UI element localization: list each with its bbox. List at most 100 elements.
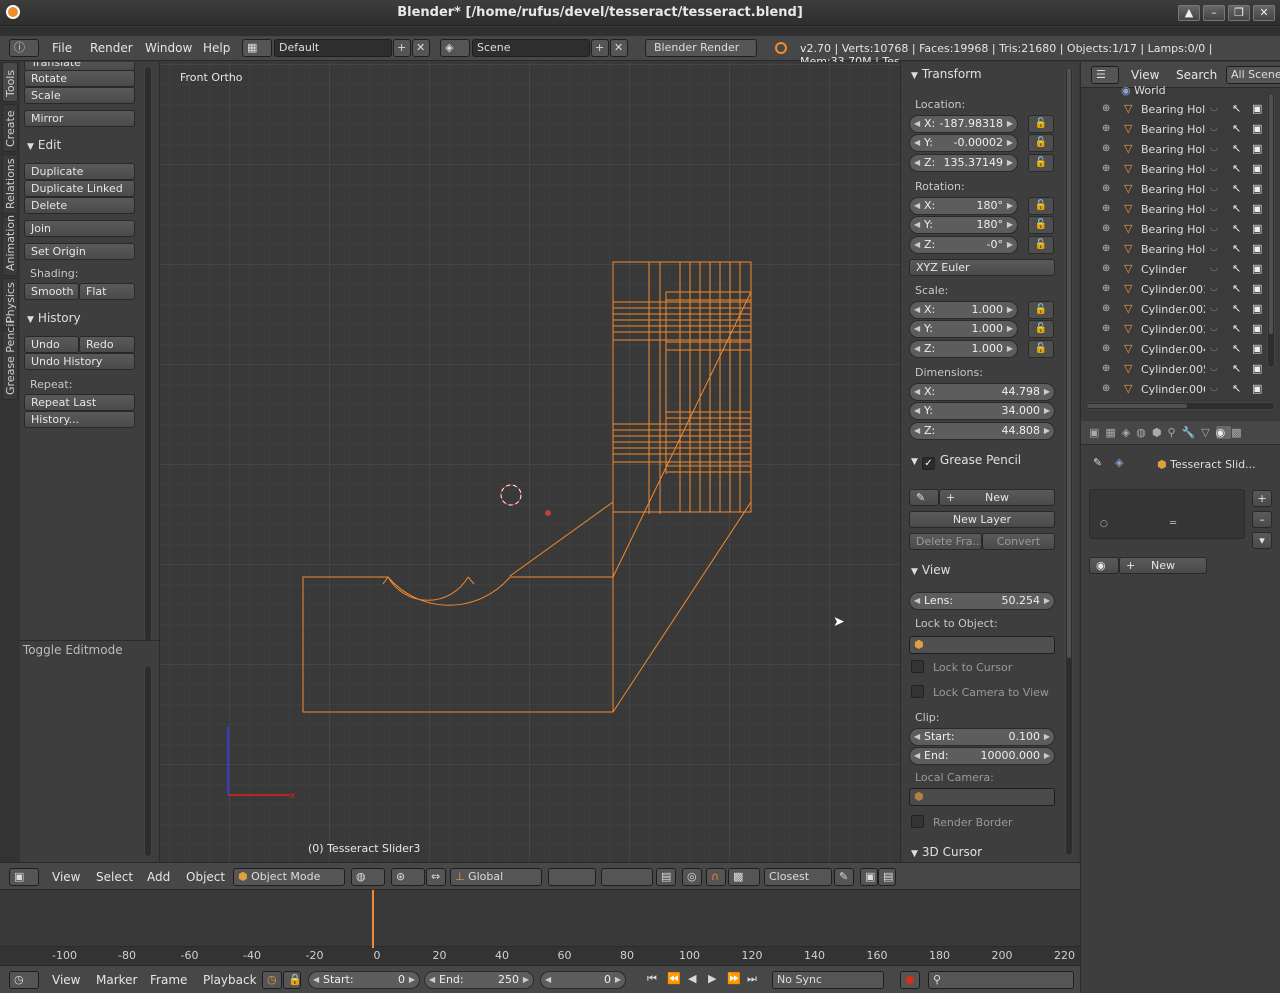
visibility-icon[interactable]: ◡: [1210, 323, 1218, 333]
window-up-icon[interactable]: ▲: [1178, 5, 1200, 21]
select-arrow-icon[interactable]: ↖: [1232, 162, 1241, 175]
select-arrow-icon[interactable]: ↖: [1232, 322, 1241, 335]
end-frame-field[interactable]: ◀ End: 250 ▶: [424, 971, 534, 989]
render-camera-icon[interactable]: ▣: [1252, 202, 1262, 215]
expand-icon[interactable]: ⊕: [1102, 323, 1110, 334]
snap-align-icon[interactable]: ✎: [834, 868, 854, 886]
lock-layers-icon[interactable]: ▤: [656, 868, 676, 886]
expand-icon[interactable]: ⊕: [1102, 343, 1110, 354]
snap-target-select[interactable]: Closest: [764, 868, 832, 886]
lock-rotation-z-icon[interactable]: 🔓: [1028, 236, 1054, 254]
outliner-row[interactable]: ⊕ ▽ Cylinder.001 ◡ ↖ ▣: [1086, 280, 1278, 300]
select-arrow-icon[interactable]: ↖: [1232, 202, 1241, 215]
timeline[interactable]: -100 -80 -60 -40 -20 0 20 40 60 80 100 120 140 160 180…: [0, 890, 1080, 965]
tab-create[interactable]: Create: [2, 104, 18, 152]
operator-panel-scrollbar[interactable]: [144, 665, 152, 857]
select-arrow-icon[interactable]: ↖: [1232, 142, 1241, 155]
keying-set-icon[interactable]: ⚲: [928, 971, 1074, 989]
properties-scrollbar[interactable]: [1065, 66, 1073, 856]
tab-relations[interactable]: Relations: [2, 154, 18, 214]
scale-x-field[interactable]: ◀ X: 1.000 ▶: [909, 301, 1018, 319]
toggle-editmode-header[interactable]: ▼Toggle Editmode: [20, 643, 123, 657]
jump-keyframe-forward-icon[interactable]: ⏩: [727, 972, 741, 985]
location-y-field[interactable]: ◀ Y: -0.00002 ▶: [909, 134, 1018, 152]
material-slot-add-icon[interactable]: +: [1252, 490, 1272, 507]
lock-to-cursor-checkbox[interactable]: [911, 660, 924, 673]
history-panel-header[interactable]: ▼ History: [27, 311, 81, 325]
outliner-item-label[interactable]: Cylinder.001: [1141, 283, 1205, 296]
edit-panel-header[interactable]: ▼ Edit: [27, 138, 61, 152]
lock-location-x-icon[interactable]: 🔓: [1028, 115, 1054, 133]
view3d-menu-select[interactable]: Select: [96, 870, 133, 884]
expand-icon[interactable]: ⊕: [1102, 363, 1110, 374]
rotation-y-field[interactable]: ◀ Y: 180° ▶: [909, 216, 1018, 234]
view3d-editor-icon[interactable]: ▣: [9, 868, 39, 886]
grease-pencil-panel-header[interactable]: ▼ ✓ Grease Pencil: [911, 453, 1021, 470]
play-reverse-icon[interactable]: ◀: [688, 972, 696, 985]
clip-end-field[interactable]: ◀ End: 10000.000 ▶: [909, 747, 1055, 765]
layout-add-icon[interactable]: +: [393, 39, 411, 57]
expand-icon[interactable]: ⊕: [1102, 383, 1110, 394]
3d-cursor-panel-header[interactable]: ▼ 3D Cursor: [911, 845, 982, 859]
flat-button[interactable]: Flat: [79, 283, 135, 300]
lock-location-z-icon[interactable]: 🔓: [1028, 154, 1054, 172]
outliner-world-row[interactable]: ◉ World: [1121, 84, 1166, 97]
select-arrow-icon[interactable]: ↖: [1232, 302, 1241, 315]
maximize-icon[interactable]: ❐: [1228, 5, 1250, 21]
lock-scale-z-icon[interactable]: 🔓: [1028, 340, 1054, 358]
delete-button[interactable]: Delete: [24, 197, 135, 214]
view3d-menu-view[interactable]: View: [52, 870, 80, 884]
visibility-icon[interactable]: ◡: [1210, 283, 1218, 293]
preview-range-icon[interactable]: ◷: [262, 971, 282, 989]
lock-object-field[interactable]: ⬢: [909, 636, 1055, 654]
outliner-item-label[interactable]: Bearing Holc: [1141, 183, 1205, 196]
layers-b-icon[interactable]: [601, 868, 653, 886]
layout-icon[interactable]: ▦: [242, 39, 272, 57]
render-camera-icon[interactable]: ▣: [1252, 282, 1262, 295]
tab-animation[interactable]: Animation: [2, 215, 18, 276]
current-frame-field[interactable]: ◀ 0 ▶: [540, 971, 626, 989]
layout-select[interactable]: Default: [274, 39, 392, 57]
visibility-icon[interactable]: ◡: [1210, 203, 1218, 213]
outliner-item-label[interactable]: Cylinder.004: [1141, 343, 1205, 356]
material-slot-remove-icon[interactable]: –: [1252, 511, 1272, 528]
interaction-mode-select[interactable]: ⬢ Object Mode: [233, 868, 345, 886]
visibility-icon[interactable]: ◡: [1210, 243, 1218, 253]
render-camera-icon[interactable]: ▣: [1252, 362, 1262, 375]
set-origin-button[interactable]: Set Origin: [24, 243, 135, 260]
timeline-editor-icon[interactable]: ◷: [9, 971, 39, 989]
layout-remove-icon[interactable]: ✕: [412, 39, 430, 57]
scene-icon[interactable]: ◈: [440, 39, 470, 57]
view3d-menu-object[interactable]: Object: [186, 870, 225, 884]
lock-scale-y-icon[interactable]: 🔓: [1028, 320, 1054, 338]
duplicate-button[interactable]: Duplicate: [24, 163, 135, 180]
render-camera-icon[interactable]: ▣: [1252, 262, 1262, 275]
jump-end-icon[interactable]: ⏭: [747, 972, 757, 986]
delete-frame-button[interactable]: Delete Fra...: [909, 533, 982, 550]
snap-element-icon[interactable]: ▩: [728, 868, 760, 886]
select-arrow-icon[interactable]: ↖: [1232, 222, 1241, 235]
undo-history-button[interactable]: Undo History: [24, 353, 135, 370]
select-arrow-icon[interactable]: ↖: [1232, 182, 1241, 195]
clip-start-field[interactable]: ◀ Start: 0.100 ▶: [909, 728, 1055, 746]
outliner-row[interactable]: ⊕ ▽ Cylinder.006 ◡ ↖ ▣: [1086, 380, 1278, 400]
rotation-x-field[interactable]: ◀ X: 180° ▶: [909, 197, 1018, 215]
menu-window[interactable]: Window: [145, 41, 192, 55]
outliner-hscrollbar[interactable]: [1085, 402, 1275, 410]
outliner-item-label[interactable]: Bearing Holc: [1141, 163, 1205, 176]
outliner-item-label[interactable]: Cylinder.003: [1141, 323, 1205, 336]
viewport-shading-icon[interactable]: ◍: [351, 868, 385, 886]
render-engine-select[interactable]: Blender Render: [645, 39, 757, 57]
visibility-icon[interactable]: ◡: [1210, 303, 1218, 313]
outliner-row[interactable]: ⊕ ▽ Cylinder.004 ◡ ↖ ▣: [1086, 340, 1278, 360]
material-new-button[interactable]: + New: [1119, 557, 1207, 574]
render-camera-icon[interactable]: ▣: [1252, 242, 1262, 255]
tool-shelf-scrollbar[interactable]: [144, 66, 152, 642]
expand-icon[interactable]: ⊕: [1102, 303, 1110, 314]
timeline-menu-frame[interactable]: Frame: [150, 973, 187, 987]
snap-toggle-icon[interactable]: ∩: [706, 868, 726, 886]
visibility-icon[interactable]: ◡: [1210, 343, 1218, 353]
convert-button[interactable]: Convert: [982, 533, 1055, 550]
lock-rotation-y-icon[interactable]: 🔓: [1028, 216, 1054, 234]
visibility-icon[interactable]: ◡: [1210, 103, 1218, 113]
